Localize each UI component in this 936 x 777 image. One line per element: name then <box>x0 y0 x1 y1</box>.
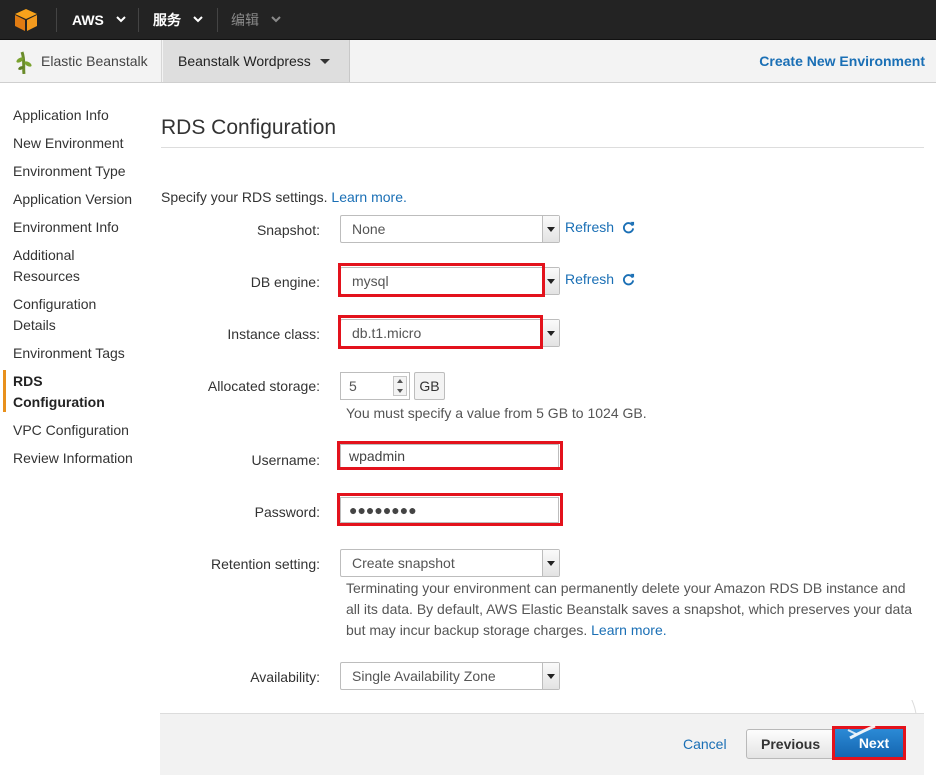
snapshot-select[interactable]: None <box>340 215 560 243</box>
sidebar-item-vpc-configuration[interactable]: VPC Configuration <box>13 420 143 441</box>
instance-class-label: Instance class: <box>227 326 320 342</box>
allocated-storage-stepper[interactable]: 5 <box>340 372 410 400</box>
dropdown-arrow-icon[interactable] <box>542 550 559 576</box>
retention-help-line-3: but may incur backup storage charges. Le… <box>346 620 667 641</box>
top-navigation-bar: AWS 服务 编辑 <box>0 0 936 40</box>
retention-help-line-3-text: but may incur backup storage charges. <box>346 622 592 638</box>
db-engine-label: DB engine: <box>250 274 320 290</box>
highlight-box <box>337 441 563 470</box>
divider <box>217 8 218 32</box>
aws-menu[interactable]: AWS <box>72 0 126 40</box>
dropdown-arrow-icon[interactable] <box>542 663 559 689</box>
elastic-beanstalk-label: Elastic Beanstalk <box>41 53 148 69</box>
retention-setting-label: Retention setting: <box>211 556 320 572</box>
learn-more-link[interactable]: Learn more. <box>331 189 406 205</box>
divider <box>56 8 57 32</box>
create-new-environment-link[interactable]: Create New Environment <box>759 40 925 82</box>
sidebar-item-application-info[interactable]: Application Info <box>13 105 143 126</box>
refresh-label: Refresh <box>565 271 615 287</box>
retention-setting-value: Create snapshot <box>352 555 455 571</box>
aws-cube-icon[interactable] <box>13 8 39 32</box>
dropdown-arrow-icon[interactable] <box>542 320 559 346</box>
application-selector[interactable]: Beanstalk Wordpress <box>163 40 350 82</box>
edit-menu-label: 编辑 <box>231 12 259 28</box>
allocated-storage-value: 5 <box>349 378 357 394</box>
dropdown-arrow-icon[interactable] <box>542 216 559 242</box>
service-header-bar: Elastic Beanstalk Beanstalk Wordpress Cr… <box>0 40 936 83</box>
sidebar-item-additional-resources[interactable]: Additional Resources <box>13 245 103 287</box>
aws-menu-label: AWS <box>72 12 104 28</box>
chevron-down-icon <box>193 16 203 23</box>
intro-text-body: Specify your RDS settings. <box>161 189 332 205</box>
edit-menu[interactable]: 编辑 <box>231 0 281 40</box>
allocated-storage-label: Allocated storage: <box>207 378 320 394</box>
cursor-sparkle-icon <box>847 700 917 740</box>
sidebar-item-new-environment[interactable]: New Environment <box>13 133 143 154</box>
intro-text: Specify your RDS settings. Learn more. <box>161 189 407 205</box>
divider <box>161 147 924 148</box>
snapshot-refresh-link[interactable]: Refresh <box>565 219 635 235</box>
elastic-beanstalk-home-link[interactable]: Elastic Beanstalk <box>0 40 162 82</box>
highlight-box <box>338 315 543 349</box>
availability-select[interactable]: Single Availability Zone <box>340 662 560 690</box>
chevron-down-icon <box>116 16 126 23</box>
page-title: RDS Configuration <box>161 116 337 139</box>
availability-label: Availability: <box>250 669 320 685</box>
sidebar-item-review-information[interactable]: Review Information <box>13 448 143 469</box>
caret-down-icon <box>319 58 330 64</box>
stepper-arrows-icon[interactable] <box>393 376 407 396</box>
services-menu[interactable]: 服务 <box>153 0 203 40</box>
services-menu-label: 服务 <box>153 12 181 28</box>
beanstalk-icon <box>16 51 32 74</box>
retention-help-line-2: all its data. By default, AWS Elastic Be… <box>346 601 912 617</box>
retention-learn-more-link[interactable]: Learn more. <box>591 622 666 638</box>
sidebar-item-application-version[interactable]: Application Version <box>13 189 143 210</box>
snapshot-select-value: None <box>352 221 386 237</box>
sidebar-item-environment-type[interactable]: Environment Type <box>13 161 143 182</box>
retention-help-line-1: Terminating your environment can permane… <box>346 580 906 596</box>
refresh-icon <box>622 221 634 234</box>
snapshot-label: Snapshot: <box>256 222 320 238</box>
cancel-link[interactable]: Cancel <box>683 736 727 752</box>
db-engine-refresh-link[interactable]: Refresh <box>565 271 635 287</box>
retention-setting-select[interactable]: Create snapshot <box>340 549 560 577</box>
sidebar-item-rds-configuration[interactable]: RDS Configuration <box>13 371 113 413</box>
highlight-box <box>338 263 545 297</box>
storage-unit-addon: GB <box>414 372 445 400</box>
storage-help-text: You must specify a value from 5 GB to 10… <box>346 405 647 421</box>
availability-value: Single Availability Zone <box>352 668 496 684</box>
username-label: Username: <box>251 452 320 468</box>
sidebar-item-configuration-details[interactable]: Configuration Details <box>13 294 113 336</box>
divider <box>138 8 139 32</box>
refresh-label: Refresh <box>565 219 615 235</box>
refresh-icon <box>622 273 634 286</box>
password-label: Password: <box>254 504 320 520</box>
application-selector-label: Beanstalk Wordpress <box>178 53 311 69</box>
chevron-down-icon <box>271 16 281 23</box>
sidebar-item-environment-info[interactable]: Environment Info <box>13 217 143 238</box>
sidebar-active-marker <box>3 370 6 412</box>
highlight-box <box>337 493 563 526</box>
sidebar-item-environment-tags[interactable]: Environment Tags <box>13 343 143 364</box>
